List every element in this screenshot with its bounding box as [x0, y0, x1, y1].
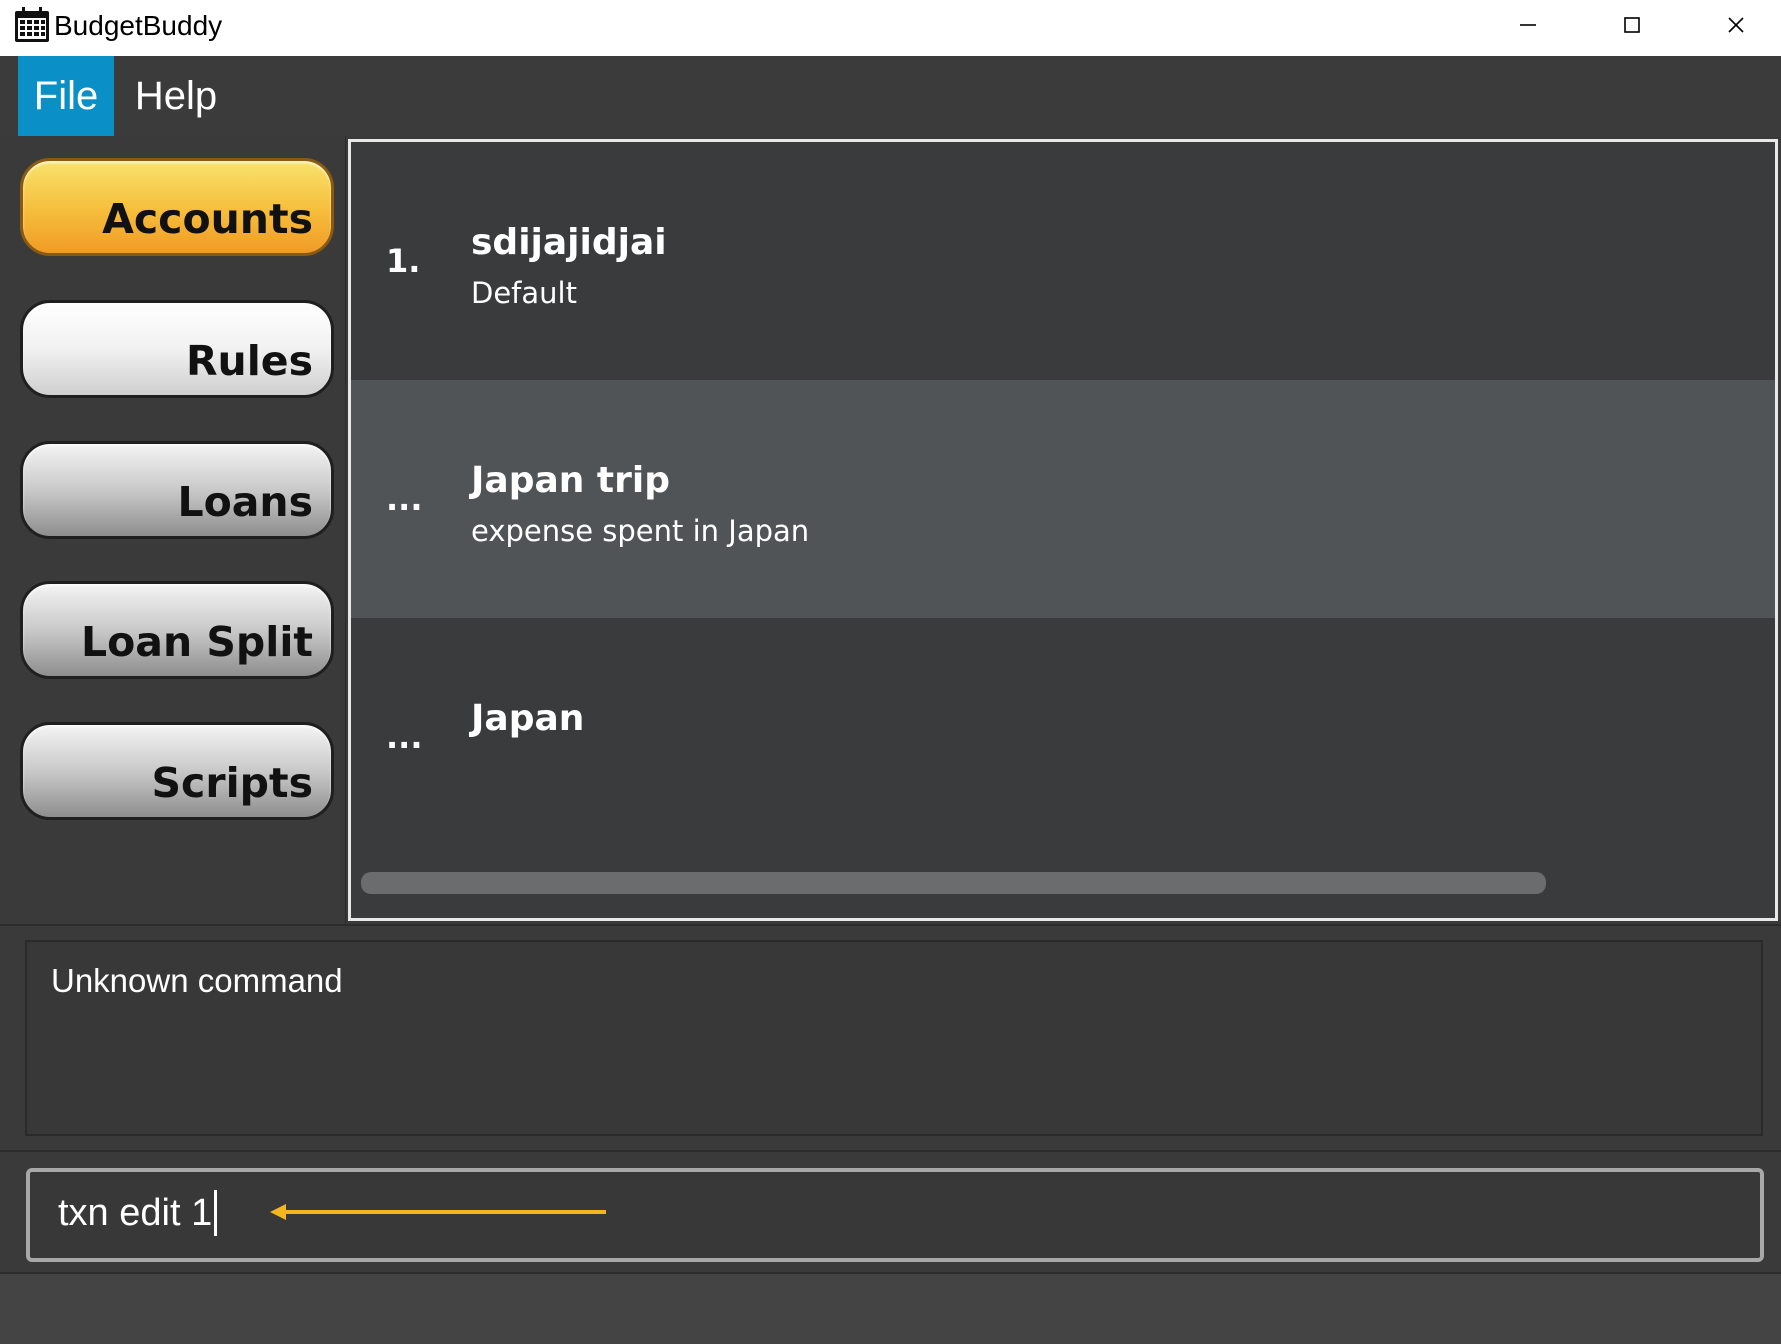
command-input[interactable]: txn edit 1 [26, 1168, 1764, 1262]
list-item[interactable]: 1. sdijajidjai Default [351, 142, 1775, 380]
list-item-description: Default [471, 276, 577, 310]
result-message: Unknown command [51, 962, 343, 999]
command-text: txn edit 1 [58, 1191, 213, 1234]
loans-button[interactable]: Loans [20, 441, 334, 539]
list-item-title: Japan trip [471, 460, 670, 501]
minimize-button[interactable] [1476, 0, 1580, 50]
list-item-index: ... [386, 480, 423, 518]
close-button[interactable] [1684, 0, 1781, 50]
left-arrow-icon [270, 1204, 606, 1220]
menu-help[interactable]: Help [126, 56, 226, 136]
list-item[interactable]: ... Japan [351, 618, 1775, 856]
menu-file[interactable]: File [18, 56, 114, 136]
window-title: BudgetBuddy [54, 10, 223, 41]
status-bar [0, 1272, 1781, 1344]
command-panel: txn edit 1 [0, 1150, 1781, 1274]
maximize-icon [1624, 17, 1640, 33]
account-list[interactable]: 1. sdijajidjai Default ... Japan trip ex… [348, 139, 1778, 921]
horizontal-scrollbar[interactable] [351, 858, 1775, 918]
maximize-button[interactable] [1580, 0, 1684, 50]
scripts-button[interactable]: Scripts [20, 722, 334, 820]
calendar-icon [14, 6, 50, 44]
command-input-value[interactable]: txn edit 1 [58, 1190, 218, 1236]
list-item[interactable]: ... Japan trip expense spent in Japan [351, 380, 1775, 618]
sidebar: Accounts Rules Loans Loan Split Scripts [0, 136, 346, 924]
result-panel: Unknown command [0, 924, 1781, 1152]
list-item-title: Japan [471, 698, 585, 739]
list-item-index: ... [386, 718, 423, 756]
window-title-bar: BudgetBuddy [0, 0, 1781, 56]
text-caret [214, 1190, 218, 1236]
menu-bar: File Help [0, 56, 1781, 136]
minimize-icon [1520, 24, 1536, 26]
accounts-button[interactable]: Accounts [20, 158, 334, 256]
list-item-description: expense spent in Japan [471, 514, 810, 548]
result-display: Unknown command [25, 940, 1763, 1136]
loan-split-button[interactable]: Loan Split [20, 581, 334, 679]
list-item-title: sdijajidjai [471, 222, 667, 263]
rules-button[interactable]: Rules [20, 300, 334, 398]
list-item-index: 1. [386, 242, 421, 280]
close-icon [1728, 17, 1744, 33]
scrollbar-thumb[interactable] [361, 872, 1546, 894]
